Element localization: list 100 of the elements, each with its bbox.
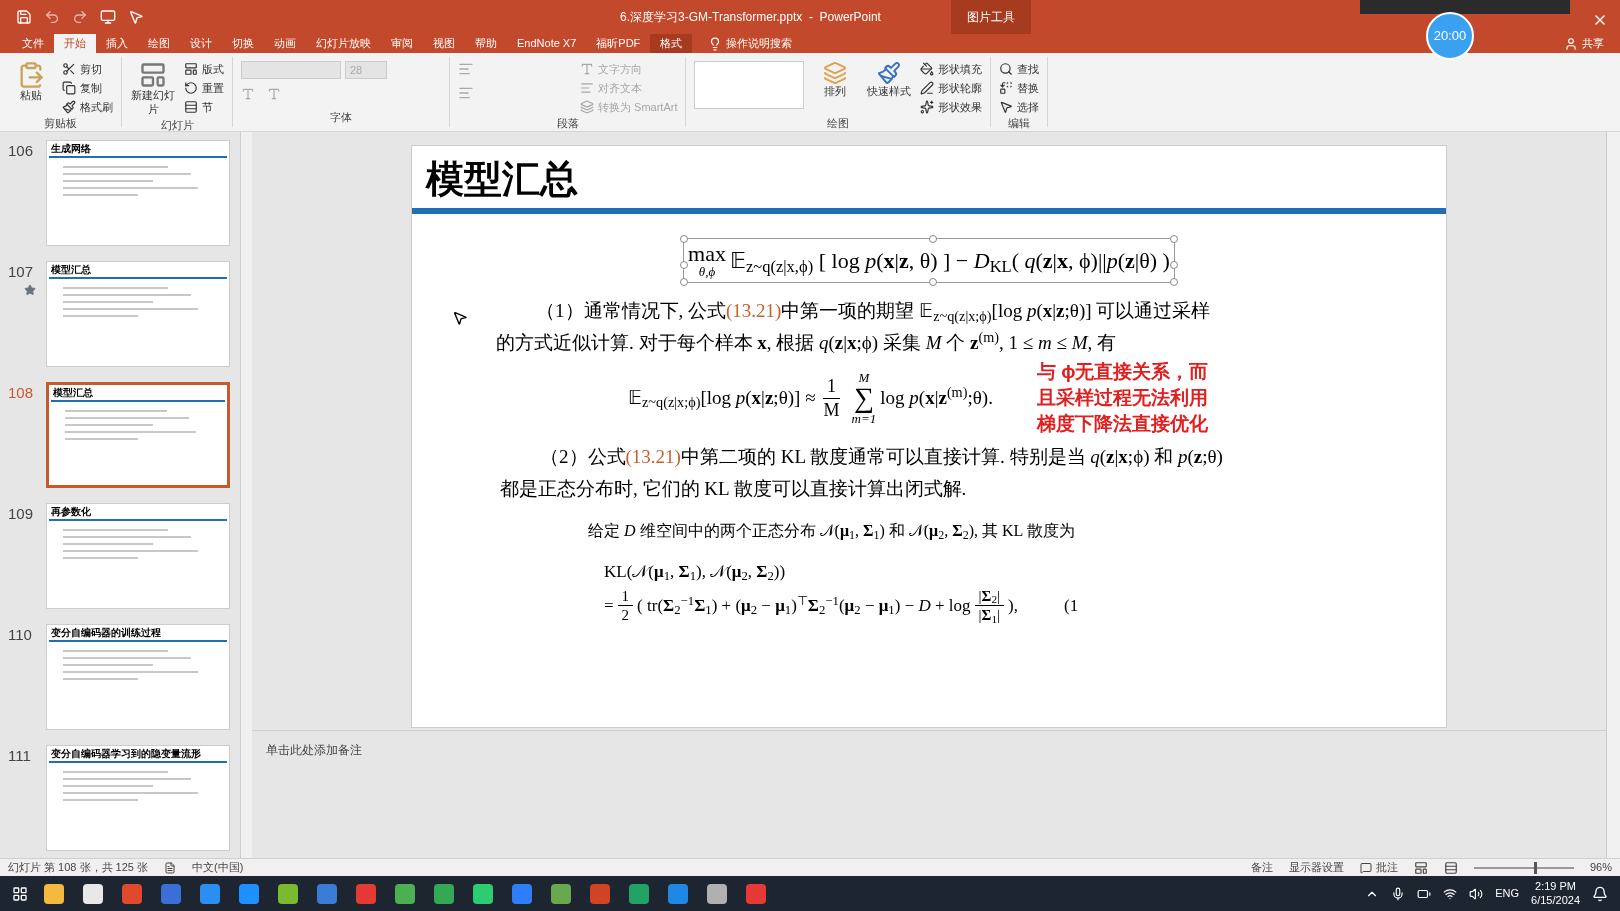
ribbon-tab[interactable]: 设计: [180, 34, 222, 53]
ribbon-button[interactable]: 节: [184, 99, 224, 115]
save-icon[interactable]: [16, 9, 32, 25]
slide-number: 107: [8, 262, 34, 282]
thumbnail-title: 变分自编码器学习到的隐变量流形: [50, 747, 202, 761]
font-format-icon: [241, 87, 255, 101]
ribbon-button[interactable]: 重置: [184, 80, 224, 96]
redo-icon[interactable]: [72, 9, 88, 25]
app-icon[interactable]: [278, 883, 298, 904]
thumbnail-scrollbar[interactable]: [240, 132, 252, 858]
slide-thumbnail[interactable]: 生成网络: [46, 140, 230, 246]
thumbnail-title: 变分自编码器的训练过程: [50, 626, 162, 640]
ribbon-button[interactable]: 新建幻灯片: [130, 61, 176, 117]
smartart-icon: [580, 100, 594, 114]
search-icon: [999, 62, 1014, 76]
equation-number: (1: [1063, 595, 1079, 617]
slide-counter: 幻灯片 第 108 张，共 125 张: [8, 860, 148, 876]
start-icon[interactable]: [12, 885, 28, 902]
ribbon-tab[interactable]: 插入: [96, 34, 138, 53]
equals-sign: =: [604, 595, 614, 617]
normal-view-icon[interactable]: [1413, 860, 1428, 875]
ribbon-tab[interactable]: 文件: [12, 34, 54, 53]
slide-number: 110: [8, 625, 32, 645]
ribbon-button[interactable]: 选择: [999, 99, 1040, 115]
slide-thumbnail[interactable]: 变分自编码器的训练过程: [46, 624, 230, 730]
slide-thumbnail[interactable]: 再参数化: [46, 503, 230, 609]
slideshow-icon[interactable]: [100, 9, 116, 25]
ribbon-button[interactable]: 排列: [812, 61, 859, 99]
group-label: 绘图: [826, 116, 851, 131]
outline-icon: [920, 81, 935, 95]
ribbon-button[interactable]: 粘贴: [8, 61, 54, 103]
app-icon[interactable]: [44, 883, 64, 904]
resize-handle[interactable]: [1169, 235, 1178, 243]
ribbon-button[interactable]: 形状填充: [920, 61, 983, 77]
sorter-view-icon[interactable]: [1443, 860, 1458, 875]
ribbon-button[interactable]: 替换: [999, 80, 1040, 96]
font-name-field[interactable]: [241, 61, 341, 79]
font-color-icon: [267, 87, 281, 101]
notification-icon[interactable]: [1592, 885, 1608, 902]
app-icon[interactable]: [434, 883, 454, 904]
ribbon-tab[interactable]: 福昕PDF: [586, 34, 651, 53]
fraction: 1 2: [617, 586, 634, 625]
ribbon-tab[interactable]: 绘图: [138, 34, 180, 53]
tell-me-field[interactable]: 操作说明搜索: [726, 35, 793, 52]
display-settings-button[interactable]: 显示器设置: [1288, 859, 1344, 876]
group-label: 段落: [555, 116, 580, 131]
slide-scrollbar[interactable]: [1606, 132, 1620, 858]
share-button[interactable]: 共享: [1582, 35, 1604, 52]
zoom-slider[interactable]: [1473, 861, 1574, 874]
ribbon-tab[interactable]: 视图: [423, 34, 465, 53]
ribbon-tab[interactable]: 开始: [54, 34, 96, 53]
ribbon-button[interactable]: 复制: [62, 80, 113, 96]
app-icon[interactable]: [395, 883, 415, 904]
ribbon-tab[interactable]: 审阅: [381, 34, 423, 53]
equation-text: ),: [1008, 595, 1018, 617]
slide-thumbnail[interactable]: 模型汇总: [46, 382, 230, 488]
ribbon-button[interactable]: 快速样式: [866, 61, 913, 99]
thumbnail-title: 模型汇总: [52, 386, 94, 400]
ribbon-button[interactable]: 剪切: [62, 61, 113, 77]
slide-thumbnail[interactable]: 变分自编码器学习到的隐变量流形: [46, 745, 230, 851]
app-icon[interactable]: [83, 883, 103, 904]
notes-button[interactable]: 备注: [1250, 859, 1273, 876]
group-label: 幻灯片: [159, 117, 195, 133]
ribbon-tab[interactable]: 动画: [264, 34, 306, 53]
slide-thumbnail[interactable]: 模型汇总: [46, 261, 230, 367]
text-direction-icon: [580, 62, 594, 76]
sum-symbol: M ∑ m=1: [851, 371, 877, 425]
align-text-icon: [580, 81, 594, 95]
app-icon[interactable]: [473, 883, 493, 904]
ribbon-button[interactable]: 格式刷: [62, 99, 113, 115]
copy-icon: [62, 81, 76, 95]
ribbon-tab[interactable]: 帮助: [465, 34, 507, 53]
comments-button[interactable]: 批注: [1359, 859, 1398, 876]
ribbon-button[interactable]: 查找: [999, 61, 1040, 77]
volume-icon[interactable]: [1469, 886, 1484, 901]
annotation-text: 且采样过程无法利用: [1036, 386, 1209, 410]
ribbon-tab[interactable]: 格式: [650, 34, 693, 53]
slide-number: 111: [8, 746, 31, 766]
ribbon-button[interactable]: 形状效果: [920, 99, 983, 115]
resize-handle[interactable]: [929, 235, 937, 243]
input-language[interactable]: ENG: [1495, 885, 1520, 902]
app-icon[interactable]: [551, 883, 571, 904]
wifi-icon[interactable]: [1443, 886, 1458, 901]
thumbnail-title: 再参数化: [50, 505, 92, 519]
fraction: |Σ$_{2}$| |Σ$_{1}$|: [974, 586, 1005, 625]
ribbon-tab[interactable]: EndNote X7: [507, 34, 587, 53]
ribbon-tab[interactable]: 切换: [222, 34, 264, 53]
ribbon-button[interactable]: 形状轮廓: [920, 80, 983, 96]
notes-placeholder[interactable]: 单击此处添加备注: [266, 741, 362, 759]
ribbon-tab[interactable]: 幻灯片放映: [306, 34, 381, 53]
undo-icon[interactable]: [44, 9, 60, 25]
ribbon-button[interactable]: 版式: [184, 61, 224, 77]
paragraph-text: （2）公式(13.21)中第二项的 KL 散度通常可以直接计算. 特别是当 q(z|x;ϕ) 和 p(z;θ) 都是正态分布时, 它们的 KL 散度可以直接计算出闭式解.: [500, 445, 1224, 501]
resize-handle[interactable]: [929, 278, 937, 286]
slide-number: 108: [8, 383, 34, 403]
resize-handle[interactable]: [680, 235, 689, 243]
microphone-icon[interactable]: [1391, 886, 1406, 901]
app-icon[interactable]: [707, 883, 727, 904]
equation-text: KL(𝒩(μ$_{1}$, Σ$_{1}$), 𝒩(μ$_{2}$, Σ$_{2}$)): [604, 562, 786, 581]
zoom-thumb[interactable]: [1533, 861, 1537, 874]
